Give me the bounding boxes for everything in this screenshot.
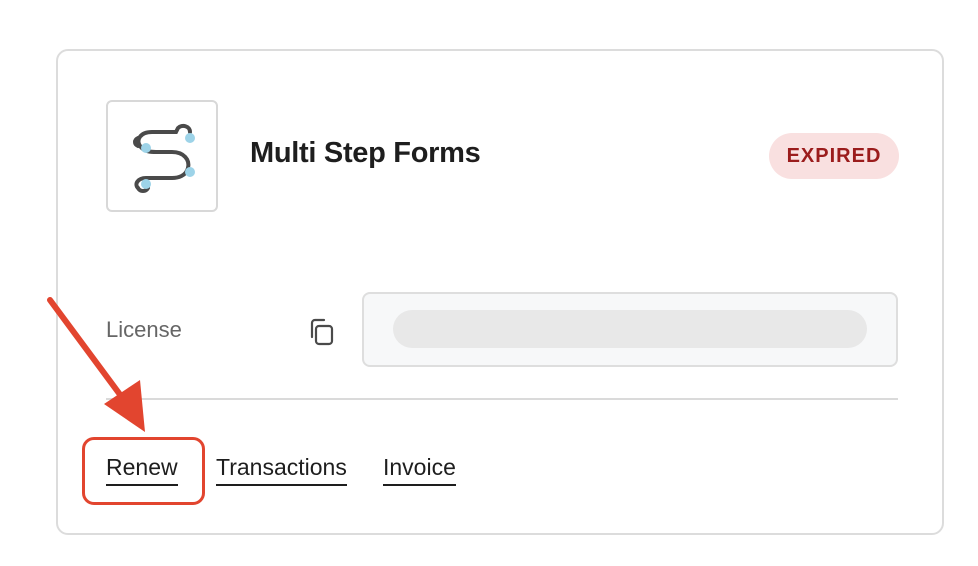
- multi-step-forms-logo-icon: [133, 123, 195, 193]
- renew-highlight-annotation: [82, 437, 205, 505]
- transactions-link[interactable]: Transactions: [216, 453, 347, 486]
- invoice-link[interactable]: Invoice: [383, 453, 456, 486]
- divider: [106, 398, 898, 400]
- product-logo: [106, 100, 218, 212]
- product-title: Multi Step Forms: [250, 137, 481, 169]
- copy-license-button[interactable]: [304, 314, 340, 350]
- license-key-field[interactable]: [362, 292, 898, 367]
- license-label: License: [106, 317, 182, 342]
- copy-icon: [310, 318, 334, 346]
- license-key-loading-placeholder: [393, 310, 867, 348]
- status-badge: EXPIRED: [769, 133, 899, 179]
